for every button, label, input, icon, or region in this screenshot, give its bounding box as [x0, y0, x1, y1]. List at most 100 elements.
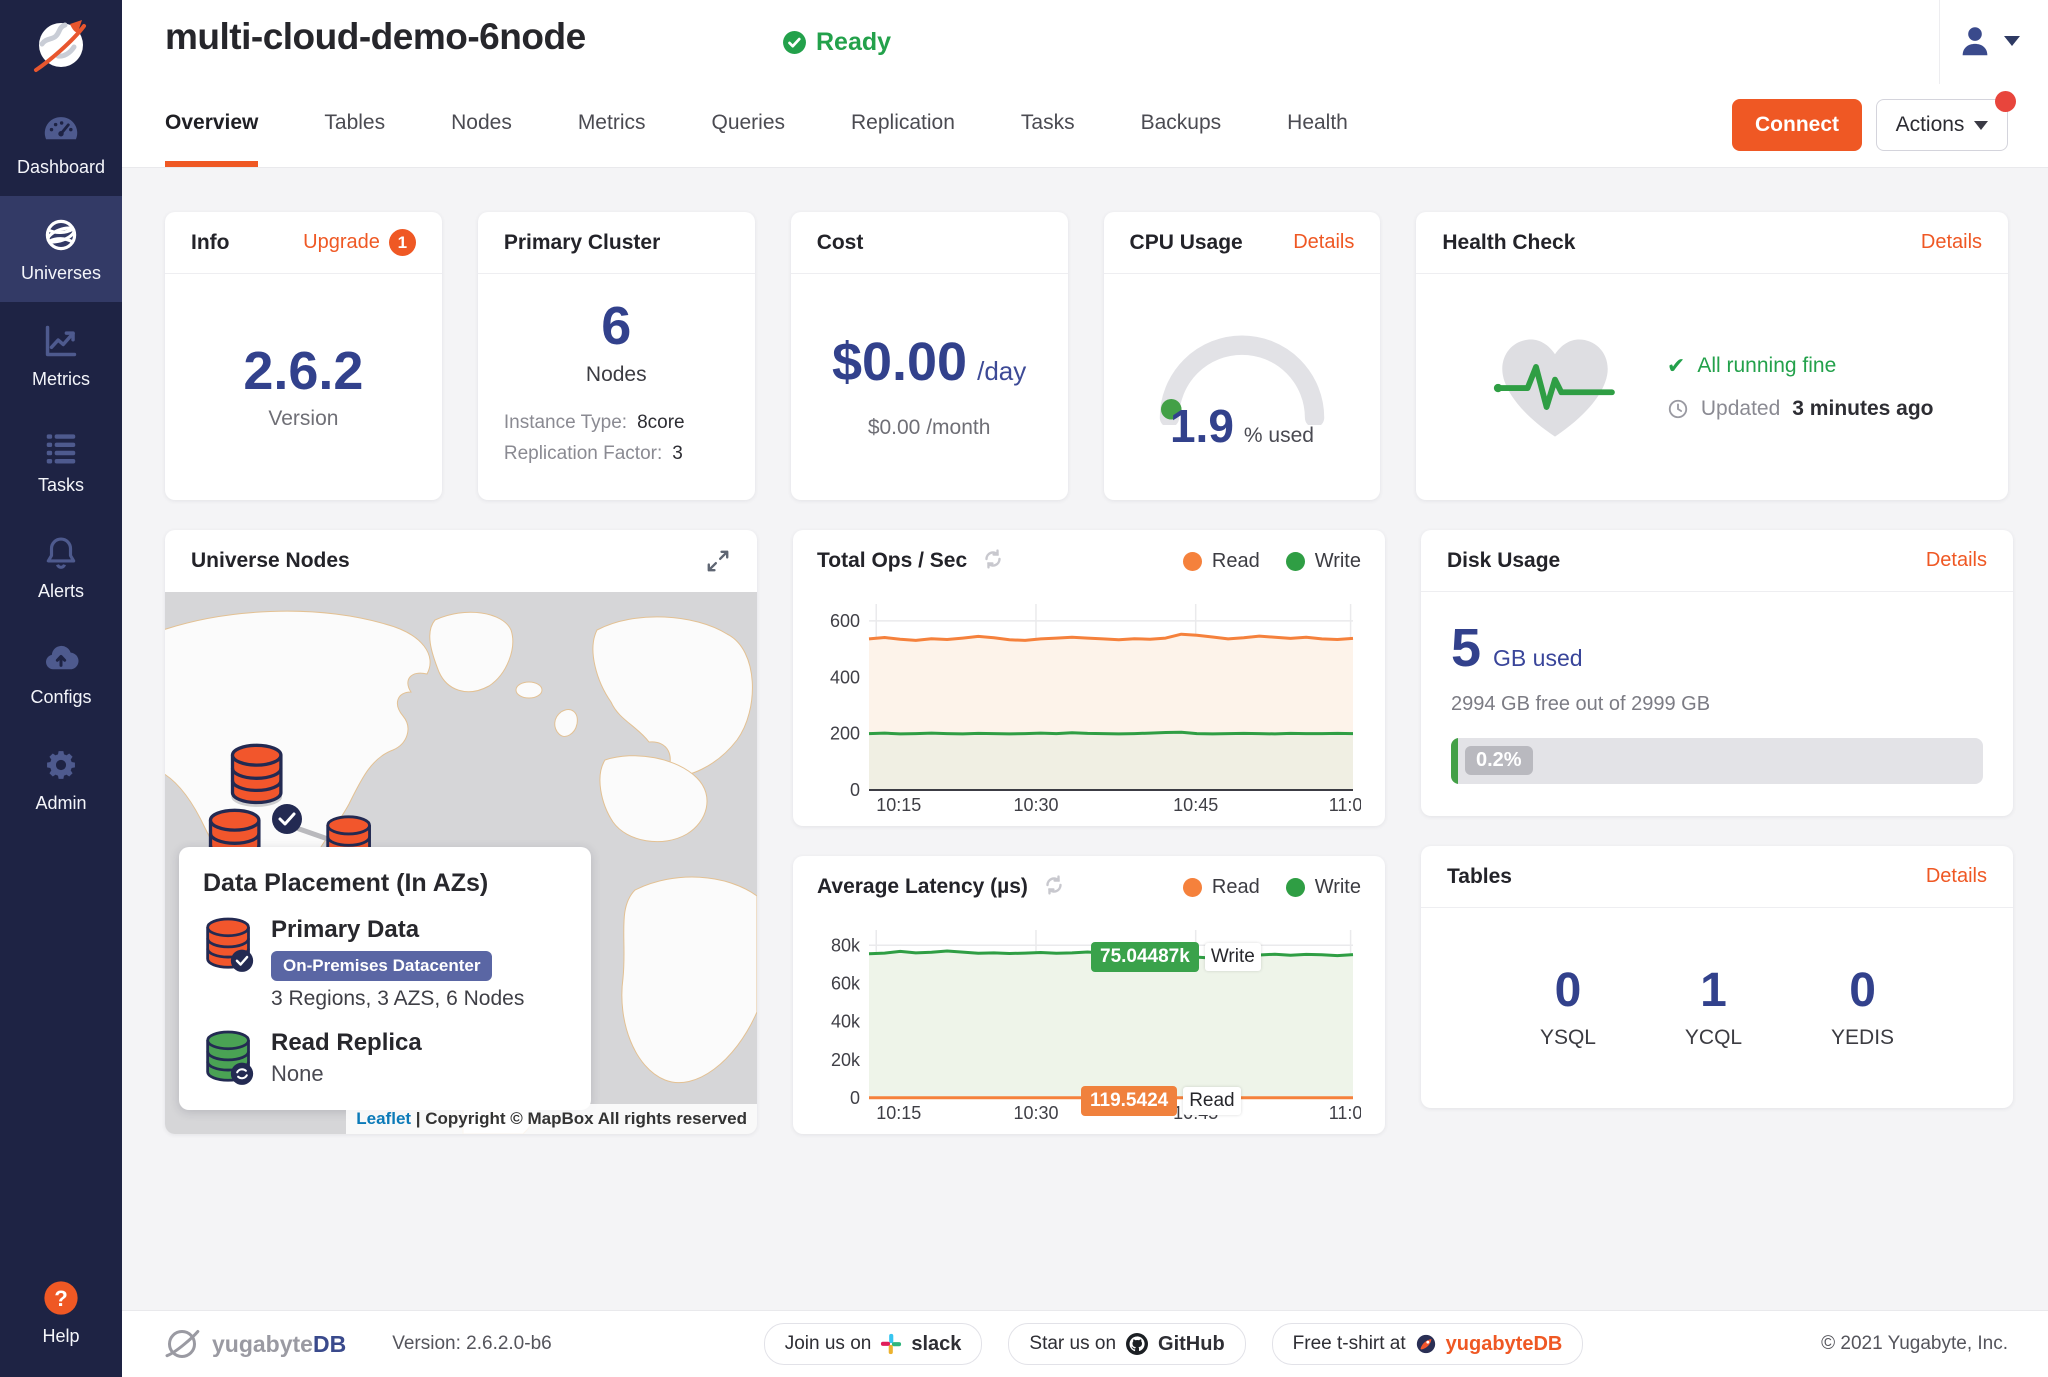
read-dot-icon	[1183, 552, 1202, 571]
legend-write[interactable]: Write	[1286, 876, 1361, 899]
leaflet-link[interactable]: Leaflet	[356, 1109, 411, 1128]
ysql-stat: 0 YSQL	[1540, 966, 1596, 1050]
svg-text:10:15: 10:15	[876, 795, 921, 815]
tables-details-link[interactable]: Details	[1926, 865, 1987, 888]
disk-free-text: 2994 GB free out of 2999 GB	[1451, 693, 1983, 716]
github-name: GitHub	[1158, 1333, 1225, 1356]
check-icon: ✔	[1667, 353, 1685, 379]
heart-ekg-icon	[1491, 329, 1619, 445]
gear-icon	[42, 746, 80, 784]
read-latency-name: Read	[1183, 1087, 1240, 1115]
read-latency-value: 119.5424	[1081, 1086, 1177, 1116]
write-latency-name: Write	[1205, 943, 1261, 971]
tab-nodes[interactable]: Nodes	[451, 111, 512, 167]
attribution-text: | Copyright © MapBox All rights reserved	[411, 1109, 747, 1128]
legend-read-label: Read	[1212, 550, 1260, 573]
svg-text:10:45: 10:45	[1173, 795, 1218, 815]
slack-button[interactable]: Join us on slack	[764, 1323, 983, 1365]
svg-text:200: 200	[830, 724, 860, 744]
sidebar-item-tasks[interactable]: Tasks	[0, 408, 122, 514]
tab-replication[interactable]: Replication	[851, 111, 955, 167]
primary-data-label: Primary Data	[271, 916, 524, 944]
sidebar-item-configs[interactable]: Configs	[0, 620, 122, 726]
write-latency-annotation: 75.04487k Write	[1091, 942, 1261, 972]
tshirt-button[interactable]: Free t-shirt at yugabyteDB	[1272, 1323, 1584, 1365]
brand-blue: DB	[313, 1331, 346, 1357]
svg-text:10:30: 10:30	[1013, 795, 1058, 815]
sidebar-item-help[interactable]: ? Help	[0, 1259, 122, 1365]
footer-brand: yugabyteDB	[162, 1324, 346, 1364]
provider-badge: On-Premises Datacenter	[271, 951, 492, 981]
main-content: Info Upgrade 1 2.6.2 Version Primary Clu…	[122, 168, 2048, 1310]
tab-backups[interactable]: Backups	[1141, 111, 1222, 167]
read-replica-db-icon	[203, 1029, 255, 1092]
actions-button[interactable]: Actions	[1876, 99, 2008, 151]
yugabyte-logo-icon[interactable]	[28, 14, 94, 80]
card-title: Disk Usage	[1447, 549, 1560, 573]
sidebar-item-alerts[interactable]: Alerts	[0, 514, 122, 620]
legend-read[interactable]: Read	[1183, 876, 1260, 899]
health-details-link[interactable]: Details	[1921, 231, 1982, 254]
sidebar-item-metrics[interactable]: Metrics	[0, 302, 122, 408]
tab-tasks[interactable]: Tasks	[1021, 111, 1075, 167]
page-title: multi-cloud-demo-6node	[165, 16, 586, 58]
github-icon	[1125, 1332, 1149, 1356]
legend-read[interactable]: Read	[1183, 550, 1260, 573]
footer-copyright: © 2021 Yugabyte, Inc.	[1821, 1333, 2008, 1355]
read-dot-icon	[1183, 878, 1202, 897]
footer-version: Version: 2.6.2.0-b6	[392, 1333, 552, 1355]
status-label: Ready	[816, 28, 891, 57]
user-avatar-icon	[1956, 22, 1994, 60]
upgrade-link[interactable]: Upgrade	[303, 231, 380, 254]
ysql-count: 0	[1540, 966, 1596, 1016]
svg-text:?: ?	[54, 1286, 68, 1311]
nodes-label: Nodes	[504, 363, 729, 387]
expand-icon[interactable]	[705, 548, 731, 574]
sidebar-item-label: Configs	[30, 687, 91, 708]
sidebar-item-label: Dashboard	[17, 157, 105, 178]
total-ops-card: Total Ops / Sec Read Write 10:15 10:30 10:…	[793, 530, 1385, 826]
cpu-details-link[interactable]: Details	[1293, 231, 1354, 254]
write-latency-value: 75.04487k	[1091, 942, 1199, 972]
updated-label: Updated	[1701, 397, 1780, 421]
svg-text:80k: 80k	[831, 935, 861, 955]
refresh-icon[interactable]	[1042, 873, 1066, 902]
header: multi-cloud-demo-6node Ready Overview Ta…	[122, 0, 2048, 168]
health-status-text: All running fine	[1697, 354, 1836, 378]
world-map[interactable]: Data Placement (In AZs) Primary Data	[165, 592, 757, 1134]
tab-metrics[interactable]: Metrics	[578, 111, 646, 167]
refresh-icon[interactable]	[981, 547, 1005, 576]
tshirt-prefix: Free t-shirt at	[1293, 1333, 1406, 1355]
sidebar-item-label: Universes	[21, 263, 101, 284]
slack-icon	[880, 1333, 902, 1355]
connect-button[interactable]: Connect	[1732, 99, 1862, 151]
disk-used-unit: GB used	[1493, 645, 1583, 672]
card-title: Total Ops / Sec	[817, 549, 967, 573]
tab-health[interactable]: Health	[1287, 111, 1348, 167]
help-icon: ?	[42, 1279, 80, 1317]
user-menu[interactable]	[1956, 22, 2020, 60]
actions-label: Actions	[1896, 113, 1965, 137]
dashboard-icon	[42, 110, 80, 148]
sidebar-item-dashboard[interactable]: Dashboard	[0, 90, 122, 196]
replication-factor-value: 3	[672, 443, 683, 465]
primary-cluster-card: Primary Cluster 6 Nodes Instance Type:8c…	[478, 212, 755, 500]
metrics-chart-icon	[42, 322, 80, 360]
disk-usage-card: Disk Usage Details 5 GB used 2994 GB fre…	[1421, 530, 2013, 816]
card-title: Universe Nodes	[191, 549, 350, 573]
tab-overview[interactable]: Overview	[165, 111, 258, 167]
svg-text:20k: 20k	[831, 1050, 861, 1070]
disk-details-link[interactable]: Details	[1926, 549, 1987, 572]
instance-type-value: 8core	[637, 412, 685, 434]
notification-dot	[1995, 91, 2016, 112]
tab-tables[interactable]: Tables	[324, 111, 385, 167]
tab-queries[interactable]: Queries	[711, 111, 785, 167]
sidebar-item-universes[interactable]: Universes	[0, 196, 122, 302]
legend-write[interactable]: Write	[1286, 550, 1361, 573]
sidebar-item-admin[interactable]: Admin	[0, 726, 122, 832]
legend-write-label: Write	[1315, 550, 1361, 573]
disk-percent-badge: 0.2%	[1465, 746, 1533, 775]
disk-usage-fill	[1451, 738, 1458, 784]
card-title: Info	[191, 231, 229, 255]
github-button[interactable]: Star us on GitHub	[1008, 1323, 1245, 1365]
